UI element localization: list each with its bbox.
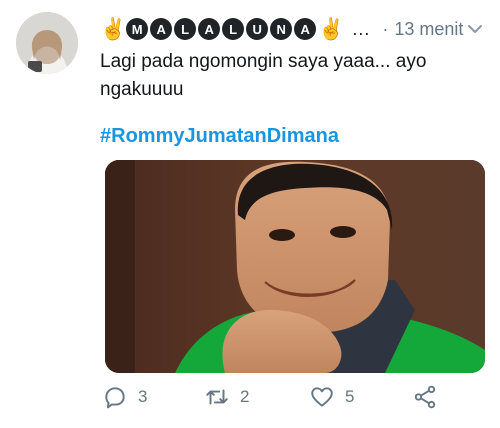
victory-hand-icon: ✌ xyxy=(100,17,127,41)
hashtag-link[interactable]: #RommyJumatanDimana xyxy=(100,125,339,148)
author-badge-letter: U xyxy=(246,18,269,40)
reply-icon xyxy=(105,387,125,409)
share-icon xyxy=(414,385,436,409)
author-name[interactable]: ✌ M A L A L U N A ✌ xyxy=(100,18,344,40)
reply-button[interactable]: 3 xyxy=(102,384,147,410)
chevron-down-icon[interactable] xyxy=(466,20,484,38)
retweet-count: 2 xyxy=(240,387,250,406)
retweet-icon xyxy=(206,389,228,405)
author-badge-letter: M xyxy=(126,18,149,40)
name-truncation: ... xyxy=(352,18,371,39)
retweet-button[interactable]: 2 xyxy=(204,384,249,410)
author-badge-letter: A xyxy=(150,18,173,40)
author-badge-letter: A xyxy=(294,18,317,40)
avatar[interactable] xyxy=(16,12,78,74)
photo-illustration xyxy=(105,160,485,373)
heart-icon xyxy=(311,387,333,407)
timestamp[interactable]: 13 menit xyxy=(394,19,463,40)
separator-dot: · xyxy=(382,18,389,39)
author-badge-letter: L xyxy=(174,18,197,40)
tweet-header: ✌ M A L A L U N A ✌ ... · 13 menit xyxy=(100,14,484,44)
author-badge-letter: L xyxy=(222,18,245,40)
tweet-media-photo[interactable] xyxy=(105,160,485,373)
reply-count: 3 xyxy=(138,387,148,406)
like-count: 5 xyxy=(345,387,355,406)
tweet-text: Lagi pada ngomongin saya yaaa... ayo nga… xyxy=(100,51,427,100)
share-button[interactable] xyxy=(412,384,438,410)
tweet-actions: 3 2 5 xyxy=(100,384,480,420)
author-badge-letter: A xyxy=(198,18,221,40)
author-badge-letter: N xyxy=(270,18,293,40)
avatar-photo xyxy=(16,12,78,74)
like-button[interactable]: 5 xyxy=(309,384,354,410)
victory-hand-icon: ✌ xyxy=(318,17,345,41)
